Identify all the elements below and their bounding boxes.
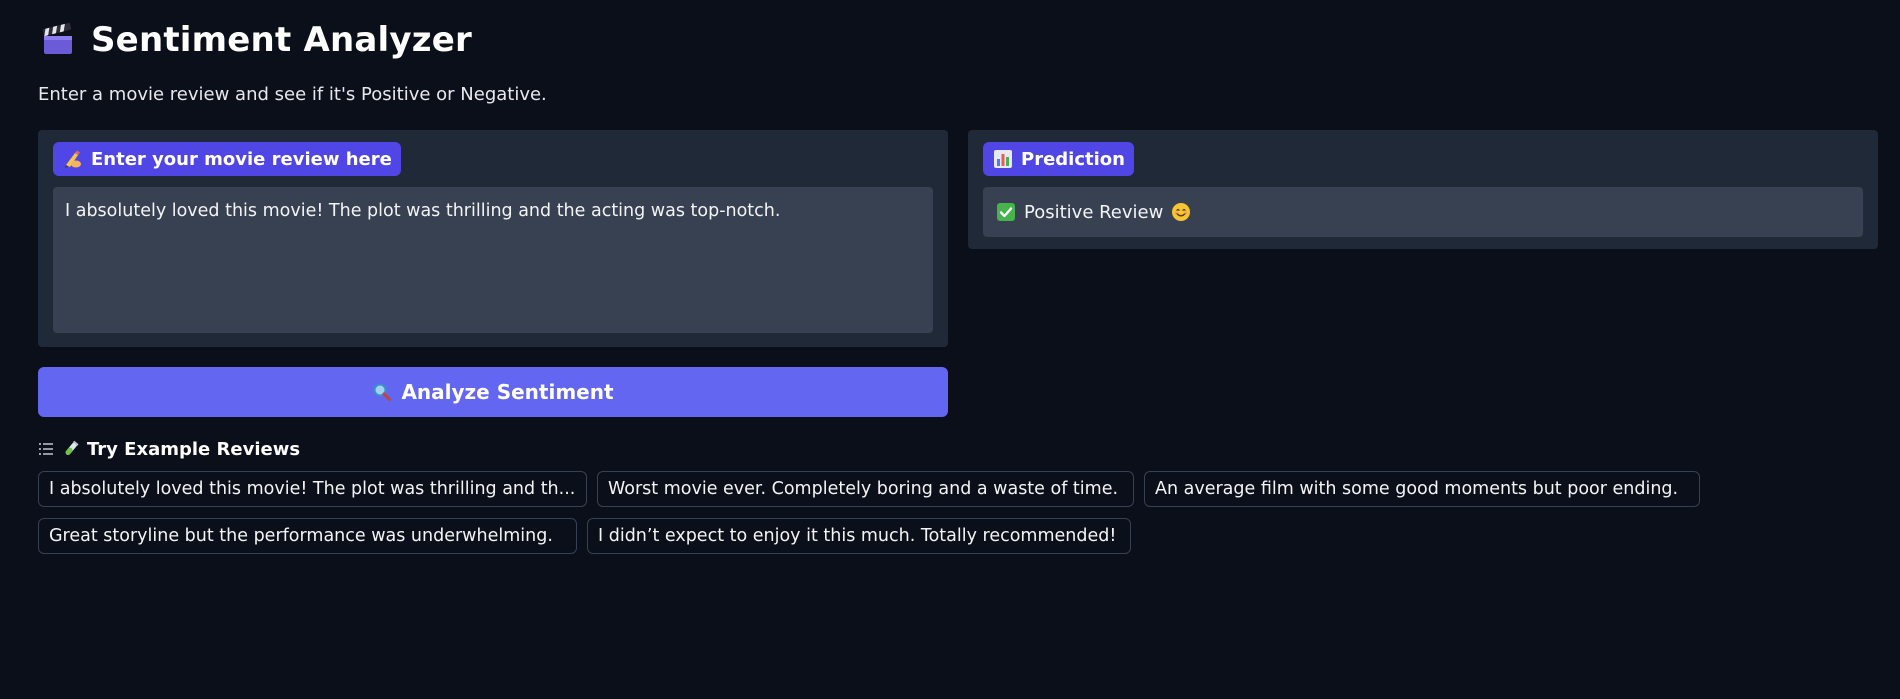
writing-hand-icon [63,149,83,169]
examples-title: Try Example Reviews [87,438,301,460]
magnifying-glass-icon [372,382,392,402]
review-input-label: Enter your movie review here [53,142,401,176]
prediction-value: Positive Review [1024,201,1164,223]
example-review-text: Worst movie ever. Completely boring and … [608,479,1119,499]
prediction-output: Positive Review [983,187,1863,237]
title-row: Sentiment Analyzer [41,20,472,60]
page-title: Sentiment Analyzer [91,20,472,60]
review-input-panel: Enter your movie review here I absolutel… [38,130,948,347]
clapperboard-icon [41,23,75,57]
analyze-sentiment-label: Analyze Sentiment [401,380,614,404]
bar-chart-icon [993,149,1013,169]
check-mark-icon [997,203,1015,221]
example-review-text: I didn’t expect to enjoy it this much. T… [598,526,1117,546]
prediction-panel: Prediction Positive Review [968,130,1878,249]
example-review-chip[interactable]: An average film with some good moments b… [1144,471,1700,507]
example-review-chip[interactable]: Great storyline but the performance was … [38,518,577,554]
example-review-text: An average film with some good moments b… [1155,479,1679,499]
app-root: Sentiment Analyzer Enter a movie review … [0,0,1900,699]
example-review-chip[interactable]: I didn’t expect to enjoy it this much. T… [587,518,1131,554]
example-review-chip[interactable]: Worst movie ever. Completely boring and … [597,471,1134,507]
page-subtitle: Enter a movie review and see if it's Pos… [38,84,547,105]
example-review-text: I absolutely loved this movie! The plot … [49,479,576,499]
list-icon [38,441,54,457]
example-review-chip[interactable]: I absolutely loved this movie! The plot … [38,471,587,507]
example-review-text: Great storyline but the performance was … [49,526,553,546]
examples-header: Try Example Reviews [38,437,300,461]
review-textarea[interactable]: I absolutely loved this movie! The plot … [53,187,933,333]
prediction-label: Prediction [983,142,1134,176]
smiling-face-icon [1171,202,1191,222]
prediction-label-text: Prediction [1021,148,1125,170]
test-tube-icon [62,440,80,458]
review-input-label-text: Enter your movie review here [91,148,392,170]
analyze-sentiment-button[interactable]: Analyze Sentiment [38,367,948,417]
